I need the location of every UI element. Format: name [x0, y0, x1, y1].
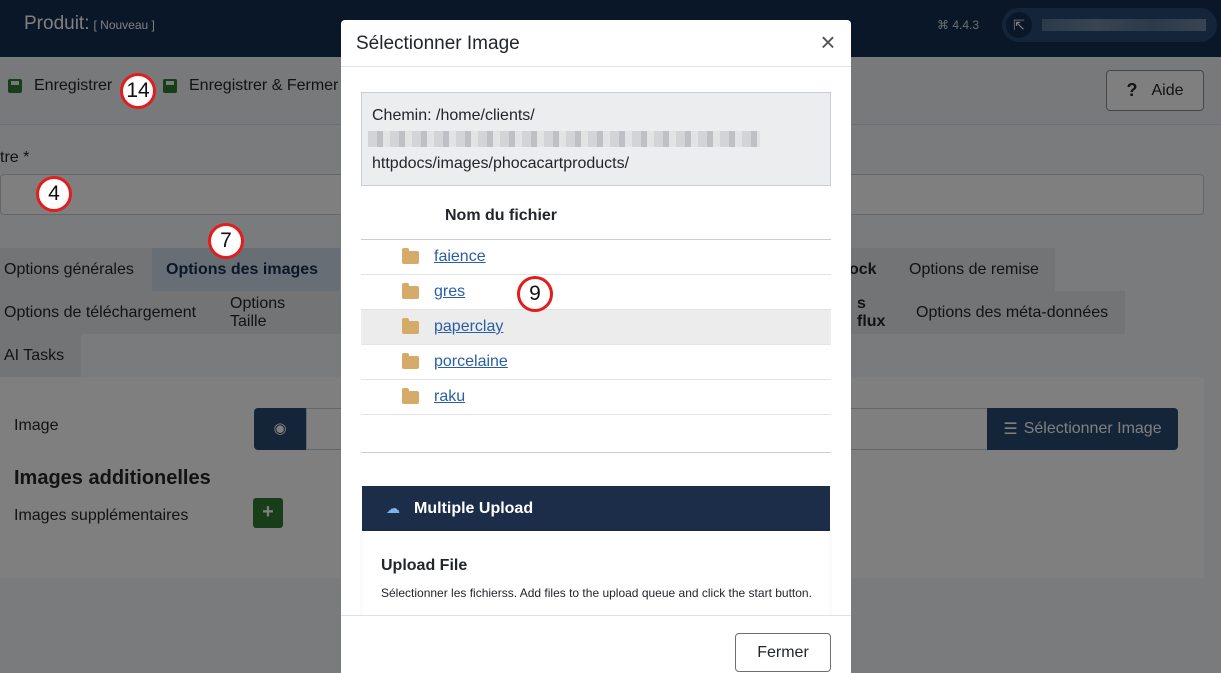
upload-panel-header: ☁ Multiple Upload	[362, 486, 830, 531]
path-display: Chemin: /home/clients/ httpdocs/images/p…	[361, 92, 831, 186]
folder-icon	[402, 352, 419, 369]
upload-panel-title: Multiple Upload	[414, 499, 534, 517]
modal-footer: Fermer	[341, 615, 851, 673]
upload-file-title: Upload File	[381, 557, 468, 574]
folder-icon	[402, 317, 419, 334]
divider	[361, 452, 831, 453]
select-image-modal: Sélectionner Image × Chemin: /home/clien…	[341, 20, 851, 673]
marker-4: 4	[36, 176, 72, 212]
list-item: paperclay	[361, 310, 831, 345]
folder-link-gres[interactable]: gres	[434, 283, 465, 301]
modal-body: Chemin: /home/clients/ httpdocs/images/p…	[341, 68, 851, 615]
folder-link-paperclay[interactable]: paperclay	[434, 318, 503, 336]
list-item: faience	[361, 240, 831, 275]
close-button[interactable]: Fermer	[735, 633, 831, 672]
marker-7: 7	[208, 223, 244, 259]
folder-icon	[402, 282, 419, 299]
marker-9: 9	[517, 276, 553, 312]
upload-instructions: Sélectionner les fichierss. Add files to…	[381, 586, 812, 600]
modal-title: Sélectionner Image	[356, 33, 520, 54]
list-item: gres	[361, 275, 831, 310]
folder-link-raku[interactable]: raku	[434, 388, 465, 406]
folder-link-porcelaine[interactable]: porcelaine	[434, 353, 508, 371]
folder-icon	[402, 387, 419, 404]
redacted-path-segment	[368, 131, 760, 147]
marker-14: 14	[120, 73, 156, 109]
cloud-upload-icon: ☁	[386, 500, 400, 516]
folder-icon	[402, 247, 419, 264]
folder-list: faience gres paperclay porcelaine raku	[361, 239, 831, 415]
path-line-3: httpdocs/images/phocacartproducts/	[372, 155, 630, 172]
modal-header: Sélectionner Image ×	[341, 20, 851, 67]
close-icon[interactable]: ×	[816, 29, 840, 55]
list-item: porcelaine	[361, 345, 831, 380]
filename-column-header: Nom du fichier	[445, 207, 558, 224]
folder-link-faience[interactable]: faience	[434, 248, 486, 266]
list-item: raku	[361, 380, 831, 415]
path-line-1: Chemin: /home/clients/	[372, 107, 535, 124]
